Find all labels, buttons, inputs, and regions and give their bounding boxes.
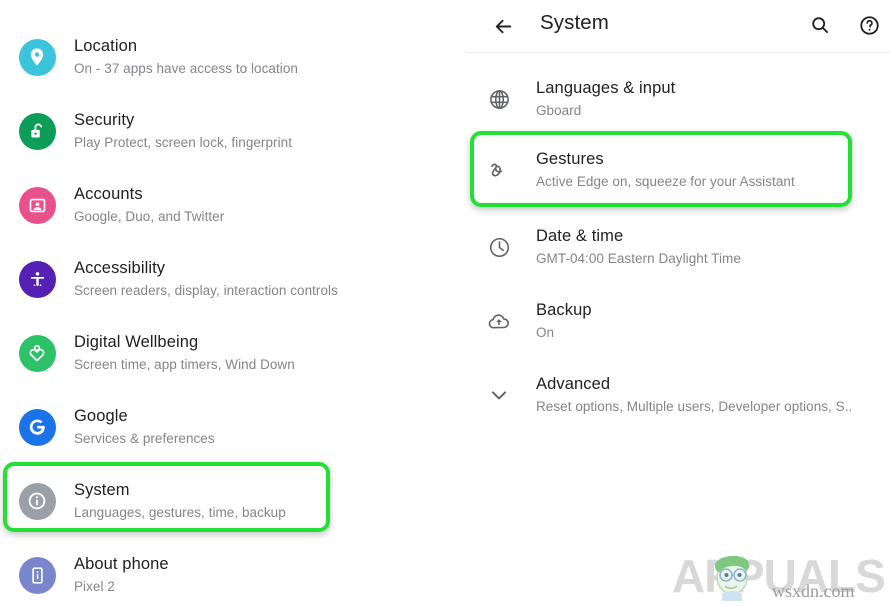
sidebar-item-title: System bbox=[74, 481, 130, 499]
settings-screenshot: Location On - 37 apps have access to loc… bbox=[0, 0, 890, 606]
advanced-text: Advanced Reset options, Multiple users, … bbox=[536, 374, 852, 416]
sidebar-item-location[interactable]: Location On - 37 apps have access to loc… bbox=[0, 20, 450, 94]
globe-icon bbox=[489, 89, 509, 109]
about-phone-text: About phone Pixel 2 bbox=[74, 554, 169, 596]
accessibility-text: Accessibility Screen readers, display, i… bbox=[74, 258, 338, 300]
languages-text: Languages & input Gboard bbox=[536, 78, 675, 120]
sidebar-item-accessibility[interactable]: Accessibility Screen readers, display, i… bbox=[0, 242, 450, 316]
detail-item-languages-input[interactable]: Languages & input Gboard bbox=[462, 62, 890, 136]
gestures-text: Gestures Active Edge on, squeeze for you… bbox=[536, 149, 795, 191]
detail-item-subtitle: Reset options, Multiple users, Developer… bbox=[536, 399, 853, 414]
sidebar-item-subtitle: Screen readers, display, interaction con… bbox=[74, 283, 338, 298]
google-icon-wrap bbox=[0, 408, 74, 446]
clock-icon bbox=[489, 237, 509, 257]
detail-item-title: Date & time bbox=[536, 227, 624, 245]
chevron-down-icon bbox=[491, 391, 507, 400]
sidebar-item-subtitle: On - 37 apps have access to location bbox=[74, 61, 298, 76]
sidebar-item-subtitle: Pixel 2 bbox=[74, 579, 115, 594]
detail-item-subtitle: On bbox=[536, 325, 555, 340]
wellbeing-text: Digital Wellbeing Screen time, app timer… bbox=[74, 332, 295, 374]
sidebar-item-title: About phone bbox=[74, 555, 169, 573]
accessibility-person-icon bbox=[18, 260, 56, 298]
system-info-icon bbox=[18, 482, 56, 520]
date-time-icon-wrap bbox=[462, 235, 536, 260]
backup-text: Backup On bbox=[536, 300, 592, 342]
detail-item-title: Gestures bbox=[536, 150, 604, 168]
accessibility-icon-wrap bbox=[0, 260, 74, 298]
sidebar-item-title: Location bbox=[74, 37, 138, 55]
location-text: Location On - 37 apps have access to loc… bbox=[74, 36, 298, 78]
sidebar-item-system[interactable]: System Languages, gestures, time, backup bbox=[0, 464, 450, 538]
header-divider bbox=[466, 52, 890, 53]
sidebar-item-subtitle: Play Protect, screen lock, fingerprint bbox=[74, 135, 292, 150]
about-phone-icon-wrap bbox=[0, 556, 74, 594]
date-time-text: Date & time GMT-04:00 Eastern Daylight T… bbox=[536, 226, 741, 268]
sidebar-item-accounts[interactable]: Accounts Google, Duo, and Twitter bbox=[0, 168, 450, 242]
phone-info-icon bbox=[18, 556, 56, 594]
detail-item-subtitle: Active Edge on, squeeze for your Assista… bbox=[536, 174, 795, 189]
languages-icon-wrap bbox=[462, 87, 536, 112]
sidebar-item-title: Digital Wellbeing bbox=[74, 333, 199, 351]
system-text: System Languages, gestures, time, backup bbox=[74, 480, 286, 522]
system-detail-panel: System Languages & input Gboard Gestures… bbox=[462, 0, 890, 606]
detail-header: System bbox=[462, 0, 890, 53]
account-card-icon bbox=[18, 186, 56, 224]
wellbeing-icon-wrap bbox=[0, 334, 74, 372]
detail-item-subtitle: Gboard bbox=[536, 103, 582, 118]
detail-item-title: Advanced bbox=[536, 375, 611, 393]
detail-item-backup[interactable]: Backup On bbox=[462, 284, 890, 358]
google-text: Google Services & preferences bbox=[74, 406, 215, 448]
security-icon-wrap bbox=[0, 112, 74, 150]
sidebar-item-google[interactable]: Google Services & preferences bbox=[0, 390, 450, 464]
sidebar-item-digital-wellbeing[interactable]: Digital Wellbeing Screen time, app timer… bbox=[0, 316, 450, 390]
sidebar-item-security[interactable]: Security Play Protect, screen lock, fing… bbox=[0, 94, 450, 168]
gesture-squiggle-icon bbox=[491, 163, 503, 177]
location-icon-wrap bbox=[0, 38, 74, 76]
sidebar-item-title: Accessibility bbox=[74, 259, 166, 277]
sidebar-item-about-phone[interactable]: About phone Pixel 2 bbox=[0, 538, 450, 606]
location-pin-icon bbox=[18, 38, 56, 76]
google-g-icon bbox=[18, 408, 56, 446]
sidebar-item-title: Accounts bbox=[74, 185, 143, 203]
sidebar-item-subtitle: Languages, gestures, time, backup bbox=[74, 505, 286, 520]
gestures-icon-wrap bbox=[462, 157, 536, 183]
sidebar-item-title: Google bbox=[74, 407, 128, 425]
advanced-icon-wrap bbox=[462, 382, 536, 408]
detail-item-gestures[interactable]: Gestures Active Edge on, squeeze for you… bbox=[462, 133, 890, 207]
back-arrow-icon[interactable] bbox=[489, 12, 517, 40]
heart-wellbeing-icon bbox=[18, 334, 56, 372]
detail-item-subtitle: GMT-04:00 Eastern Daylight Time bbox=[536, 251, 741, 266]
security-text: Security Play Protect, screen lock, fing… bbox=[74, 110, 292, 152]
sidebar-item-subtitle: Services & preferences bbox=[74, 431, 215, 446]
accounts-icon-wrap bbox=[0, 186, 74, 224]
help-circle-icon[interactable] bbox=[855, 11, 883, 39]
detail-item-date-time[interactable]: Date & time GMT-04:00 Eastern Daylight T… bbox=[462, 210, 890, 284]
page-title: System bbox=[540, 11, 609, 34]
sidebar-item-subtitle: Google, Duo, and Twitter bbox=[74, 209, 225, 224]
open-padlock-icon bbox=[18, 112, 56, 150]
detail-item-title: Backup bbox=[536, 301, 592, 319]
detail-item-title: Languages & input bbox=[536, 79, 676, 97]
detail-item-advanced[interactable]: Advanced Reset options, Multiple users, … bbox=[462, 358, 890, 432]
cloud-upload-icon bbox=[488, 314, 509, 329]
system-icon-wrap bbox=[0, 482, 74, 520]
accounts-text: Accounts Google, Duo, and Twitter bbox=[74, 184, 224, 226]
sidebar-item-title: Security bbox=[74, 111, 135, 129]
sidebar-item-subtitle: Screen time, app timers, Wind Down bbox=[74, 357, 295, 372]
settings-list-panel: Location On - 37 apps have access to loc… bbox=[0, 0, 450, 606]
backup-icon-wrap bbox=[462, 308, 536, 334]
search-icon[interactable] bbox=[806, 11, 834, 39]
